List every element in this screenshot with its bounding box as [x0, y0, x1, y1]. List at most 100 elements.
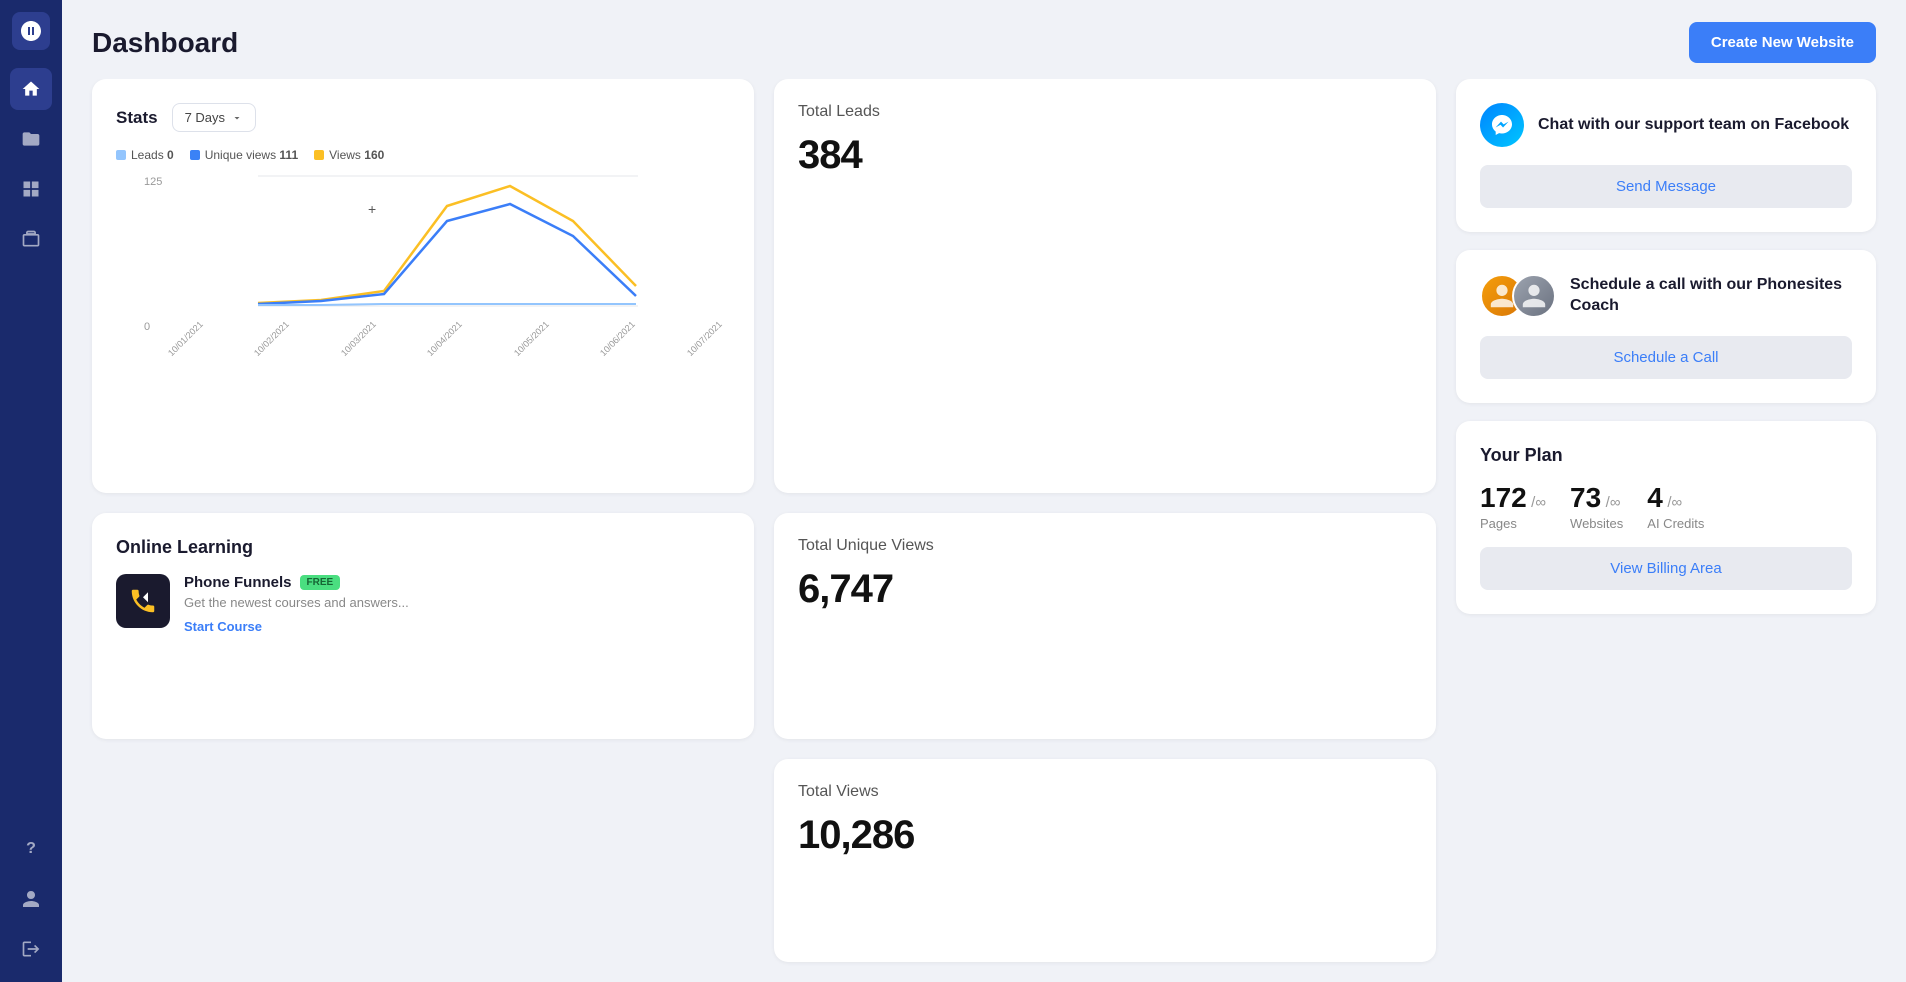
send-message-button[interactable]: Send Message: [1480, 165, 1852, 208]
right-column: Chat with our support team on Facebook S…: [1456, 79, 1876, 962]
create-website-button[interactable]: Create New Website: [1689, 22, 1876, 63]
chart-legend: Leads 0 Unique views 111 Views 160: [116, 148, 730, 162]
support-card: Chat with our support team on Facebook S…: [1456, 79, 1876, 232]
plan-stats: 172 /∞ Pages 73 /∞ Websites: [1480, 482, 1852, 531]
legend-leads: Leads 0: [116, 148, 174, 162]
plan-stat-pages-value: 172 /∞: [1480, 482, 1546, 514]
stats-dropdown-value: 7 Days: [185, 110, 225, 125]
legend-value-unique: 111: [279, 148, 298, 162]
coach-card: Schedule a call with our Phonesites Coac…: [1456, 250, 1876, 403]
schedule-call-button[interactable]: Schedule a Call: [1480, 336, 1852, 379]
leads-line: [258, 304, 636, 305]
y-label-high: 125: [144, 176, 162, 188]
sidebar-item-grid[interactable]: [10, 168, 52, 210]
content-grid: Stats 7 Days Leads 0 Unique views 111 V: [62, 79, 1906, 982]
stats-header: Stats 7 Days: [116, 103, 730, 132]
course-row: Phone Funnels FREE Get the newest course…: [116, 574, 730, 636]
home-icon: [21, 79, 41, 99]
header: Dashboard Create New Website: [62, 0, 1906, 79]
support-header: Chat with our support team on Facebook: [1480, 103, 1852, 147]
sidebar-item-help[interactable]: ?: [10, 828, 52, 870]
chart-svg-container: + 10/01/2021 10/02/2021 10/03: [166, 176, 730, 361]
chart-area: 125 0 +: [144, 176, 730, 361]
course-name-row: Phone Funnels FREE: [184, 574, 730, 591]
sidebar-bottom: ?: [10, 828, 52, 970]
stats-card: Stats 7 Days Leads 0 Unique views 111 V: [92, 79, 754, 493]
coach-avatars: [1480, 274, 1556, 318]
messenger-symbol: [1490, 113, 1514, 137]
legend-value-leads: 0: [167, 148, 174, 162]
plus-cursor: +: [368, 201, 376, 217]
free-badge: FREE: [300, 575, 341, 590]
learning-title: Online Learning: [116, 537, 730, 558]
support-text: Chat with our support team on Facebook: [1538, 115, 1849, 136]
unique-views-line: [258, 204, 636, 304]
ai-unit: /∞: [1667, 494, 1682, 511]
sidebar-item-profile[interactable]: [10, 878, 52, 920]
plan-stat-ai-value: 4 /∞: [1647, 482, 1704, 514]
plan-title: Your Plan: [1480, 445, 1852, 466]
coach-avatar-2: [1512, 274, 1556, 318]
legend-label-views: Views 160: [329, 148, 384, 162]
chevron-down-icon: [231, 112, 243, 124]
websites-unit: /∞: [1606, 494, 1621, 511]
course-icon: [116, 574, 170, 628]
sidebar-item-logout[interactable]: [10, 928, 52, 970]
sidebar-item-home[interactable]: [10, 68, 52, 110]
course-info: Phone Funnels FREE Get the newest course…: [184, 574, 730, 636]
legend-unique-views: Unique views 111: [190, 148, 298, 162]
legend-dot-unique: [190, 150, 200, 160]
leads-value: 384: [798, 133, 1412, 178]
main-content: Dashboard Create New Website Stats 7 Day…: [62, 0, 1906, 982]
start-course-link[interactable]: Start Course: [184, 619, 262, 634]
folder-icon: [21, 129, 41, 149]
logout-icon: [21, 939, 41, 959]
course-name: Phone Funnels: [184, 574, 292, 591]
pages-label: Pages: [1480, 516, 1546, 531]
unique-views-label: Total Unique Views: [798, 537, 1412, 555]
unique-views-value: 6,747: [798, 567, 1412, 612]
phone-funnels-icon: [128, 586, 158, 616]
avatar-person-icon-2: [1520, 282, 1548, 310]
course-description: Get the newest courses and answers...: [184, 595, 730, 610]
logo: [12, 12, 50, 50]
plan-stat-websites: 73 /∞ Websites: [1570, 482, 1623, 531]
chart-svg: +: [166, 176, 730, 336]
chart-wrapper: 125 0 +: [116, 176, 730, 389]
sidebar-item-folder[interactable]: [10, 118, 52, 160]
pages-unit: /∞: [1531, 494, 1546, 511]
online-learning-card: Online Learning Phone Funnels FREE Get t…: [92, 513, 754, 740]
sidebar-item-briefcase[interactable]: [10, 218, 52, 260]
websites-label: Websites: [1570, 516, 1623, 531]
billing-button[interactable]: View Billing Area: [1480, 547, 1852, 590]
legend-dot-views: [314, 150, 324, 160]
messenger-icon: [1480, 103, 1524, 147]
total-unique-views-card: Total Unique Views 6,747: [774, 513, 1436, 740]
legend-label-leads: Leads 0: [131, 148, 174, 162]
x-labels: 10/01/2021 10/02/2021 10/03/2021 10/04/2…: [166, 345, 730, 361]
plan-card: Your Plan 172 /∞ Pages 73 /∞: [1456, 421, 1876, 614]
briefcase-icon: [21, 229, 41, 249]
ai-label: AI Credits: [1647, 516, 1704, 531]
total-views-card: Total Views 10,286: [774, 759, 1436, 962]
plan-stat-websites-value: 73 /∞: [1570, 482, 1623, 514]
coach-text: Schedule a call with our Phonesites Coac…: [1570, 275, 1852, 317]
y-label-low: 0: [144, 321, 150, 333]
legend-value-views: 160: [364, 148, 384, 162]
views-line: [258, 186, 636, 303]
total-leads-card: Total Leads 384: [774, 79, 1436, 493]
help-label: ?: [26, 840, 36, 858]
legend-label-unique: Unique views 111: [205, 148, 298, 162]
logo-icon: [19, 19, 43, 43]
sidebar: ?: [0, 0, 62, 982]
user-icon: [21, 889, 41, 909]
plan-stat-ai: 4 /∞ AI Credits: [1647, 482, 1704, 531]
stats-dropdown[interactable]: 7 Days: [172, 103, 256, 132]
plan-stat-pages: 172 /∞ Pages: [1480, 482, 1546, 531]
legend-views: Views 160: [314, 148, 384, 162]
websites-number: 73: [1570, 482, 1601, 513]
pages-number: 172: [1480, 482, 1527, 513]
total-views-label: Total Views: [798, 783, 1412, 801]
coach-header: Schedule a call with our Phonesites Coac…: [1480, 274, 1852, 318]
ai-number: 4: [1647, 482, 1663, 513]
